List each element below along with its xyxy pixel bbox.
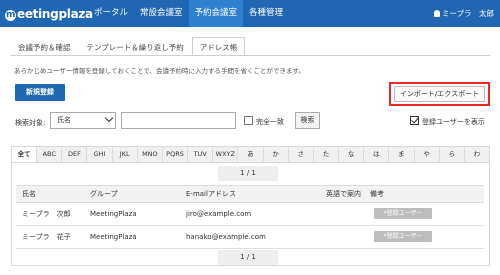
registered-user-badge: *登録ユーザー xyxy=(374,208,432,219)
user-icon xyxy=(433,10,440,17)
logo-text-visible: eetingplaza xyxy=(17,7,93,21)
import-export-button[interactable]: インポート/エクスポート xyxy=(394,86,485,102)
table-row[interactable]: ミープラ 次郎 MeetingPlaza jiro@example.com *登… xyxy=(16,203,484,226)
pager-top: 1 / 1 xyxy=(218,166,278,181)
index-tab-def[interactable]: DEF xyxy=(62,147,88,162)
col-name[interactable]: 氏名 xyxy=(22,186,36,203)
row-email: jiro@example.com xyxy=(186,210,252,218)
pager-bottom: 1 / 1 xyxy=(218,250,278,265)
user-menu[interactable]: ミープラ 太郎 xyxy=(433,0,494,27)
registered-user-badge: *登録ユーザー xyxy=(374,231,432,242)
index-tab-ma[interactable]: ま xyxy=(389,147,415,162)
index-tab-jkl[interactable]: JKL xyxy=(113,147,138,162)
index-tab-sa[interactable]: さ xyxy=(289,147,314,162)
col-english: 英語で案内 xyxy=(326,190,361,198)
index-tab-ta[interactable]: た xyxy=(314,147,340,162)
main-nav: ポータル 常設会議室 予約会議室 各種管理 xyxy=(88,0,289,27)
row-group: MeetingPlaza xyxy=(90,233,137,241)
col-group[interactable]: グループ xyxy=(90,186,118,203)
index-tab-abc[interactable]: ABC xyxy=(37,147,63,162)
tab-template-repeat[interactable]: テンプレート＆繰り返し予約 xyxy=(79,37,192,56)
import-export-highlight: インポート/エクスポート xyxy=(389,82,490,106)
show-registered-users-checkbox[interactable] xyxy=(410,116,419,125)
search-target-select[interactable]: 氏名 xyxy=(50,112,116,129)
index-tab-na[interactable]: な xyxy=(339,147,365,162)
index-tab-all[interactable]: 全て xyxy=(12,147,38,162)
page-description: あらかじめユーザー情報を登録しておくことで、会議予約時に入力する手間を省くことが… xyxy=(14,67,305,75)
sub-tabs: 会議予約＆確認 テンプレート＆繰り返し予約 アドレス帳 xyxy=(10,37,246,56)
meetingplaza-logo[interactable]: mmeetingplazaeetingplaza xyxy=(5,7,93,21)
nav-reserved-rooms[interactable]: 予約会議室 xyxy=(188,0,244,27)
index-tab-wxyz[interactable]: WXYZ xyxy=(213,147,239,162)
logo-mark-icon: m xyxy=(5,10,16,21)
nav-portal[interactable]: ポータル xyxy=(88,0,134,27)
new-registration-button[interactable]: 新規登録 xyxy=(15,84,65,101)
tab-address-book[interactable]: アドレス帳 xyxy=(191,37,246,56)
index-tab-mno[interactable]: MNO xyxy=(138,147,163,162)
nav-administration[interactable]: 各種管理 xyxy=(243,0,289,27)
search-input[interactable] xyxy=(121,112,236,129)
search-target-label: 検索対象: xyxy=(15,119,46,127)
index-tab-ha[interactable]: は xyxy=(364,147,390,162)
index-tab-wa[interactable]: わ xyxy=(465,147,489,162)
top-navigation-bar: mmeetingplazaeetingplaza ポータル 常設会議室 予約会議… xyxy=(0,0,500,27)
chevron-down-icon xyxy=(104,113,114,123)
col-remarks: 備考 xyxy=(370,190,384,198)
exact-match-checkbox[interactable] xyxy=(244,116,253,125)
table-row[interactable]: ミープラ 花子 MeetingPlaza hanako@example.com … xyxy=(16,226,484,249)
col-email[interactable]: E-mailアドレス xyxy=(186,186,236,203)
user-name: ミープラ 太郎 xyxy=(441,9,494,18)
show-registered-users-label: 登録ユーザーを表示 xyxy=(422,118,485,126)
nav-permanent-rooms[interactable]: 常設会議室 xyxy=(134,0,189,27)
row-email: hanako@example.com xyxy=(186,233,266,241)
index-tab-ya[interactable]: や xyxy=(415,147,440,162)
index-tab-a[interactable]: あ xyxy=(238,147,264,162)
search-target-value: 氏名 xyxy=(57,116,71,124)
index-tabs: 全て ABC DEF GHI JKL MNO PQRS TUV WXYZ あ か… xyxy=(11,146,490,163)
index-tab-pqrs[interactable]: PQRS xyxy=(163,147,189,162)
search-button[interactable]: 検索 xyxy=(295,112,320,129)
index-tab-ka[interactable]: か xyxy=(264,147,289,162)
row-group: MeetingPlaza xyxy=(90,210,137,218)
index-tab-ra[interactable]: ら xyxy=(440,147,465,162)
index-tab-ghi[interactable]: GHI xyxy=(87,147,113,162)
row-name[interactable]: ミープラ 花子 xyxy=(22,226,71,248)
row-name[interactable]: ミープラ 次郎 xyxy=(22,203,71,225)
tab-reservation-confirm[interactable]: 会議予約＆確認 xyxy=(10,37,79,56)
table-header: 氏名 グループ E-mailアドレス 英語で案内 備考 xyxy=(16,185,484,203)
index-tab-tuv[interactable]: TUV xyxy=(188,147,214,162)
tabs-divider xyxy=(10,55,490,56)
exact-match-label: 完全一致 xyxy=(256,118,284,126)
